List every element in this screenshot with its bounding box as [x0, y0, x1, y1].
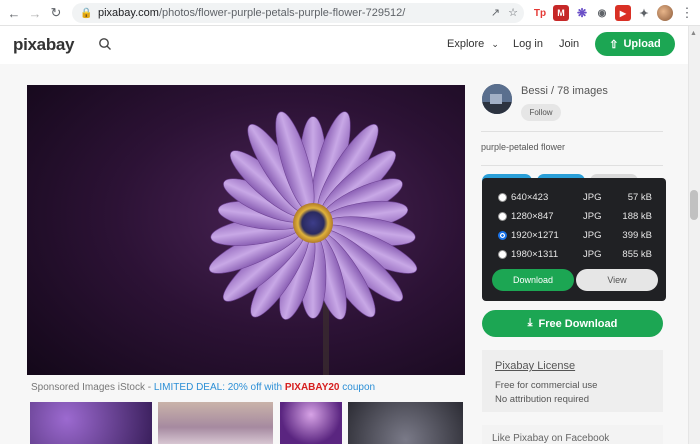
related-thumbnail[interactable] — [280, 402, 342, 444]
size-option[interactable]: 1280×847 JPG 188 kB — [482, 209, 666, 227]
pixabay-logo[interactable]: pixabay — [13, 35, 75, 55]
license-line: No attribution required — [495, 394, 589, 405]
free-download-label: Free Download — [538, 317, 618, 330]
radio-button-selected[interactable] — [498, 231, 507, 240]
explore-menu[interactable]: Explore ⌄ — [447, 38, 499, 50]
author-avatar[interactable] — [482, 84, 512, 114]
scroll-up-icon[interactable]: ▲ — [690, 30, 698, 37]
option-format: JPG — [583, 211, 602, 222]
share-icon[interactable]: ↗ — [491, 6, 500, 19]
browser-menu-icon[interactable]: ⋮ — [676, 2, 698, 24]
browser-toolbar: ← → ↻ 🔒 pixabay.com /photos/flower-purpl… — [0, 0, 700, 26]
option-dimensions: 1920×1271 — [511, 230, 559, 241]
scrollbar-thumb[interactable] — [690, 190, 698, 220]
option-size: 57 kB — [627, 192, 652, 203]
license-link[interactable]: Pixabay License — [495, 360, 575, 372]
reload-icon[interactable]: ↻ — [45, 2, 67, 24]
option-format: JPG — [583, 230, 602, 241]
login-link[interactable]: Log in — [513, 38, 543, 50]
option-dimensions: 640×423 — [511, 192, 549, 203]
flower-image — [27, 85, 465, 375]
lock-icon: 🔒 — [80, 7, 93, 19]
dropdown-download-button[interactable]: Download — [492, 269, 574, 291]
option-size: 188 kB — [622, 211, 652, 222]
size-option[interactable]: 640×423 JPG 57 kB — [482, 190, 666, 208]
option-size: 399 kB — [622, 230, 652, 241]
dropdown-view-button[interactable]: View — [576, 269, 658, 291]
url-path: /photos/flower-purple-petals-purple-flow… — [158, 7, 406, 19]
extension-tp-icon[interactable]: Tp — [532, 5, 548, 21]
download-icon: ⤓ — [527, 317, 533, 329]
photo-description: purple-petaled flower — [481, 142, 566, 152]
extension-red-icon[interactable]: ▶ — [615, 5, 631, 21]
size-option[interactable]: 1980×1311 JPG 855 kB — [482, 247, 666, 265]
join-link[interactable]: Join — [559, 38, 579, 50]
option-format: JPG — [583, 249, 602, 260]
chevron-down-icon: ⌄ — [491, 39, 499, 49]
facebook-label: Like Pixabay on Facebook — [492, 433, 610, 444]
facebook-box[interactable]: Like Pixabay on Facebook — [482, 425, 663, 444]
sponsor-suffix: coupon — [339, 382, 376, 393]
profile-avatar[interactable] — [657, 5, 673, 21]
extensions-puzzle-icon[interactable]: ✦ — [636, 5, 652, 21]
author-name[interactable]: Bessi / 78 images — [521, 85, 608, 97]
bookmark-star-icon[interactable]: ☆ — [508, 6, 518, 19]
sponsor-deal-link[interactable]: LIMITED DEAL: 20% off with — [154, 382, 285, 393]
follow-button[interactable]: Follow — [521, 104, 561, 121]
forward-icon[interactable]: → — [24, 2, 46, 24]
related-thumbnail[interactable] — [348, 402, 463, 444]
sponsored-banner[interactable]: Sponsored Images iStock - LIMITED DEAL: … — [31, 382, 375, 393]
page-scrollbar[interactable] — [688, 26, 700, 444]
size-option-selected[interactable]: 1920×1271 JPG 399 kB — [482, 228, 666, 246]
extension-pin-icon[interactable]: ◉ — [594, 5, 610, 21]
coupon-code: PIXABAY20 — [284, 382, 340, 393]
address-bar[interactable]: 🔒 pixabay.com /photos/flower-purple-peta… — [72, 3, 524, 23]
related-thumbnail[interactable] — [158, 402, 273, 444]
sponsor-prefix: Sponsored Images iStock - — [31, 382, 154, 393]
upload-icon: ⇧ — [609, 38, 619, 51]
divider — [481, 165, 663, 166]
option-dimensions: 1280×847 — [511, 211, 554, 222]
license-box: Pixabay License Free for commercial use … — [482, 350, 663, 412]
back-icon[interactable]: ← — [3, 2, 25, 24]
radio-button[interactable] — [498, 212, 507, 221]
download-size-dropdown: 640×423 JPG 57 kB 1280×847 JPG 188 kB 19… — [482, 178, 666, 301]
divider — [481, 131, 663, 132]
upload-label: Upload — [623, 38, 661, 50]
option-size: 855 kB — [622, 249, 652, 260]
related-thumbnail[interactable] — [30, 402, 152, 444]
upload-button[interactable]: ⇧ Upload — [595, 32, 675, 56]
site-header: pixabay Explore ⌄ Log in Join ⇧ Upload — [0, 26, 688, 64]
extension-gmail-icon[interactable]: M — [553, 5, 569, 21]
url-host: pixabay.com — [98, 7, 159, 19]
license-line: Free for commercial use — [495, 380, 598, 391]
radio-button[interactable] — [498, 193, 507, 202]
main-photo[interactable] — [27, 85, 465, 375]
search-icon[interactable] — [98, 37, 112, 51]
option-dimensions: 1980×1311 — [511, 249, 559, 260]
radio-button[interactable] — [498, 250, 507, 259]
option-format: JPG — [583, 192, 602, 203]
free-download-button[interactable]: ⤓ Free Download — [482, 310, 663, 337]
explore-label: Explore — [447, 38, 485, 50]
extension-gear-icon[interactable]: ❋ — [574, 5, 590, 21]
